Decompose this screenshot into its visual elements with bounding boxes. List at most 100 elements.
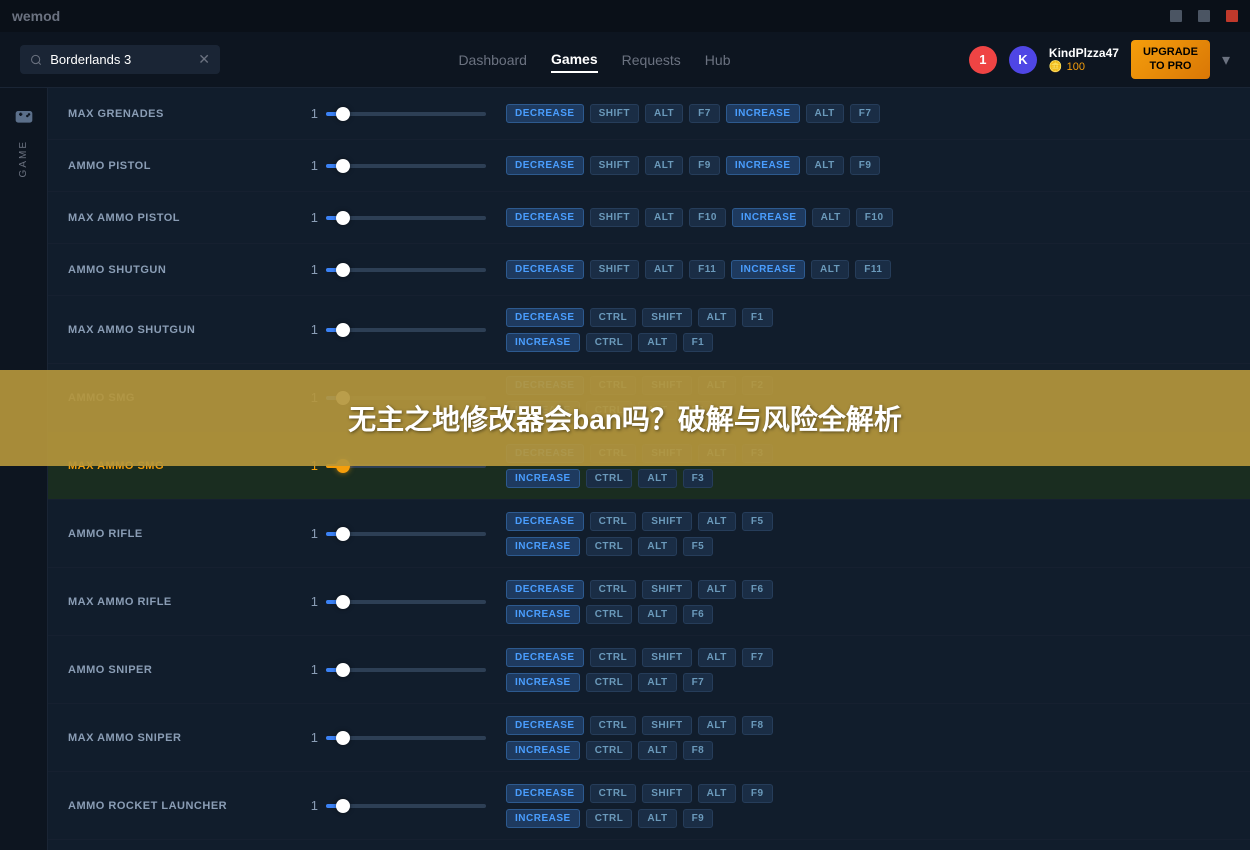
key-ctrl: CTRL — [590, 648, 637, 667]
search-box[interactable]: ✕ — [20, 45, 220, 74]
key-increase[interactable]: INCREASE — [506, 673, 580, 692]
slider-max-ammo-sniper[interactable] — [326, 736, 486, 740]
titlebar-controls — [1170, 10, 1238, 22]
hotkey-row-decrease: DECREASE CTRL SHIFT ALT F7 — [506, 648, 1230, 667]
key-increase[interactable]: INCREASE — [732, 208, 806, 227]
key-fn2: F8 — [683, 741, 714, 760]
key-fn2: F6 — [683, 605, 714, 624]
cheat-value: 1 — [288, 262, 318, 277]
key-alt: ALT — [645, 208, 683, 227]
key-ctrl2: CTRL — [586, 741, 633, 760]
cheat-value: 1 — [288, 158, 318, 173]
key-alt: ALT — [698, 716, 736, 735]
slider-ammo-rocket-launcher[interactable] — [326, 804, 486, 808]
cheat-value: 1 — [288, 662, 318, 677]
key-increase[interactable]: INCREASE — [506, 469, 580, 488]
cheat-row-max-ammo-shutgun: MAX AMMO SHUTGUN 1 DECREASE CTRL SHIFT A… — [48, 296, 1250, 364]
key-alt2: ALT — [638, 741, 676, 760]
key-decrease[interactable]: DECREASE — [506, 104, 584, 123]
cheat-value: 1 — [288, 526, 318, 541]
key-shift: SHIFT — [642, 784, 691, 803]
key-ctrl: CTRL — [590, 784, 637, 803]
hotkey-row-decrease: DECREASE SHIFT ALT F7 INCREASE ALT F7 — [506, 104, 1230, 123]
cheat-value: 1 — [288, 106, 318, 121]
hotkey-row-increase: INCREASE CTRL ALT F9 — [506, 809, 1230, 828]
slider-max-ammo-shutgun[interactable] — [326, 328, 486, 332]
key-increase[interactable]: INCREASE — [726, 104, 800, 123]
key-increase[interactable]: INCREASE — [506, 809, 580, 828]
coin-icon: 🪙 — [1049, 60, 1063, 73]
key-decrease[interactable]: DECREASE — [506, 208, 584, 227]
key-alt2: ALT — [638, 333, 676, 352]
key-increase[interactable]: INCREASE — [731, 260, 805, 279]
search-input[interactable] — [50, 52, 190, 67]
tab-requests[interactable]: Requests — [622, 48, 681, 72]
minimize-button[interactable] — [1170, 10, 1182, 22]
key-ctrl: CTRL — [590, 580, 637, 599]
key-ctrl2: CTRL — [586, 673, 633, 692]
key-shift: SHIFT — [642, 716, 691, 735]
key-decrease[interactable]: DECREASE — [506, 784, 584, 803]
slider-ammo-shutgun[interactable] — [326, 268, 486, 272]
cheat-name: AMMO SNIPER — [68, 664, 288, 676]
main-content: GAME MAX GRENADES 1 DECREASE SHIFT ALT F… — [0, 88, 1250, 850]
nav-right: 1 K KindPlzza47 🪙 100 UPGRADE TO PRO ▾ — [969, 40, 1230, 78]
maximize-button[interactable] — [1198, 10, 1210, 22]
cheat-list: MAX GRENADES 1 DECREASE SHIFT ALT F7 INC… — [48, 88, 1250, 850]
key-ctrl2: CTRL — [586, 333, 633, 352]
hotkey-area: DECREASE SHIFT ALT F11 INCREASE ALT F11 — [506, 260, 1230, 279]
key-increase[interactable]: INCREASE — [726, 156, 800, 175]
cheat-name: MAX AMMO SNIPER — [68, 732, 288, 744]
key-decrease[interactable]: DECREASE — [506, 648, 584, 667]
hotkey-area: DECREASE SHIFT ALT F9 INCREASE ALT F9 — [506, 156, 1230, 175]
key-alt2: ALT — [638, 537, 676, 556]
upgrade-button[interactable]: UPGRADE TO PRO — [1131, 40, 1210, 78]
key-fn: F1 — [742, 308, 773, 327]
hotkey-row-decrease: DECREASE CTRL SHIFT ALT F9 — [506, 784, 1230, 803]
key-alt: ALT — [698, 784, 736, 803]
hotkey-row-increase: INCREASE CTRL ALT F8 — [506, 741, 1230, 760]
search-icon — [30, 53, 42, 67]
key-shift: SHIFT — [642, 648, 691, 667]
slider-ammo-pistol[interactable] — [326, 164, 486, 168]
titlebar-left: wemod — [12, 8, 60, 24]
slider-max-grenades[interactable] — [326, 112, 486, 116]
key-increase[interactable]: INCREASE — [506, 605, 580, 624]
key-decrease[interactable]: DECREASE — [506, 260, 584, 279]
key-decrease[interactable]: DECREASE — [506, 156, 584, 175]
cheat-row-max-ammo-sniper: MAX AMMO SNIPER 1 DECREASE CTRL SHIFT AL… — [48, 704, 1250, 772]
slider-ammo-rifle[interactable] — [326, 532, 486, 536]
tab-dashboard[interactable]: Dashboard — [458, 48, 527, 72]
slider-max-ammo-rifle[interactable] — [326, 600, 486, 604]
key-increase[interactable]: INCREASE — [506, 537, 580, 556]
clear-search-button[interactable]: ✕ — [198, 51, 210, 68]
key-increase[interactable]: INCREASE — [506, 741, 580, 760]
key-decrease[interactable]: DECREASE — [506, 716, 584, 735]
key-alt2: ALT — [806, 104, 844, 123]
tab-games[interactable]: Games — [551, 47, 598, 73]
key-decrease[interactable]: DECREASE — [506, 308, 584, 327]
key-decrease[interactable]: DECREASE — [506, 580, 584, 599]
cheat-row-ammo-shutgun: AMMO SHUTGUN 1 DECREASE SHIFT ALT F11 IN… — [48, 244, 1250, 296]
notification-badge[interactable]: 1 — [969, 46, 997, 74]
key-increase[interactable]: INCREASE — [506, 333, 580, 352]
tab-hub[interactable]: Hub — [705, 48, 731, 72]
slider-ammo-sniper[interactable] — [326, 668, 486, 672]
cheat-row-max-grenades: MAX GRENADES 1 DECREASE SHIFT ALT F7 INC… — [48, 88, 1250, 140]
hotkey-area: DECREASE SHIFT ALT F10 INCREASE ALT F10 — [506, 208, 1230, 227]
key-alt2: ALT — [812, 208, 850, 227]
cheat-row-ammo-pistol: AMMO PISTOL 1 DECREASE SHIFT ALT F9 INCR… — [48, 140, 1250, 192]
hotkey-row-decrease: DECREASE CTRL SHIFT ALT F8 — [506, 716, 1230, 735]
key-ctrl2: CTRL — [586, 605, 633, 624]
chevron-down-icon[interactable]: ▾ — [1222, 50, 1230, 70]
key-ctrl2: CTRL — [586, 809, 633, 828]
key-alt: ALT — [645, 104, 683, 123]
close-button[interactable] — [1226, 10, 1238, 22]
slider-max-ammo-pistol[interactable] — [326, 216, 486, 220]
cheat-row-max-ammo-pistol: MAX AMMO PISTOL 1 DECREASE SHIFT ALT F10… — [48, 192, 1250, 244]
key-alt: ALT — [698, 580, 736, 599]
user-info: KindPlzza47 🪙 100 — [1049, 46, 1119, 73]
sidebar-game-icon[interactable] — [8, 100, 40, 132]
key-decrease[interactable]: DECREASE — [506, 512, 584, 531]
user-coins: 🪙 100 — [1049, 60, 1119, 73]
